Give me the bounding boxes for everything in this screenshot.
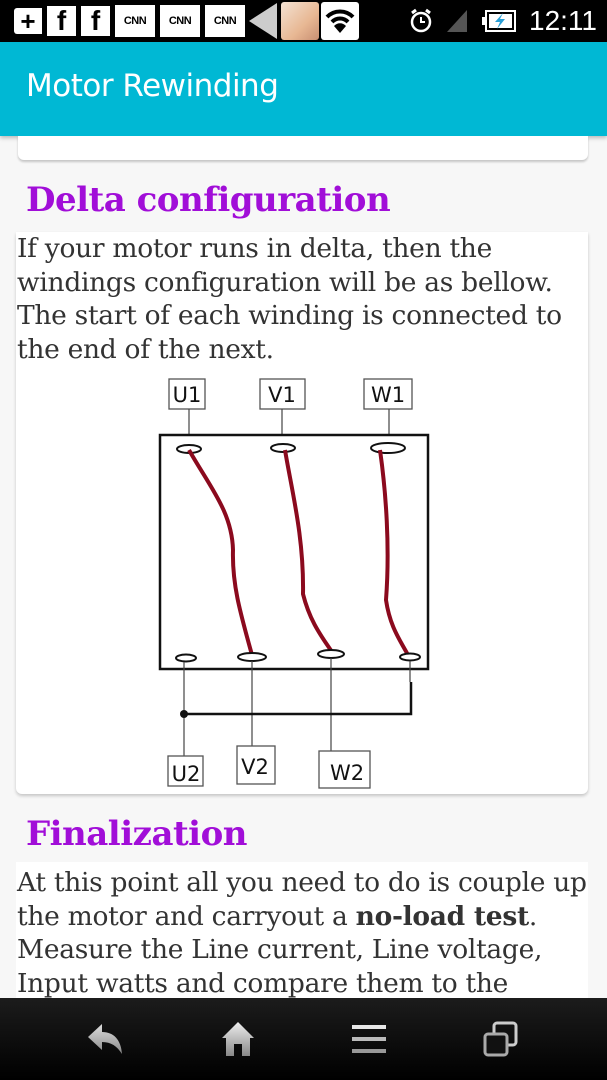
app-bar: Motor Rewinding [0,42,607,136]
previous-card [18,136,588,160]
terminal-label-w1: W1 [371,383,405,407]
home-icon [221,1022,254,1056]
recent-apps-button[interactable] [471,1009,531,1069]
battery-charging-icon [482,10,516,32]
finalization-body-text: At this point all you need to do is coup… [16,866,588,998]
app-title: Motor Rewinding [26,68,279,104]
add-icon: + [14,6,42,36]
status-bar: + f f CNN CNN CNN 12:11 [0,0,607,42]
notification-area: + f f CNN CNN CNN [0,0,359,42]
terminal-v2 [237,652,267,662]
terminal-w2-link [399,652,421,662]
back-arrow-icon [249,3,277,39]
navigation-bar [0,998,607,1080]
facebook-icon: f [47,5,76,36]
menu-button[interactable] [339,1009,399,1069]
terminal-label-w2: W2 [330,761,364,785]
clock: 12:11 [529,5,597,36]
system-tray: 12:11 [409,0,597,42]
terminal-label-u2: U2 [172,762,201,786]
terminal-label-u1: U1 [173,383,202,407]
facebook-icon: f [81,5,110,36]
junction-dot [180,710,188,718]
delta-link-wire [184,682,413,716]
delta-winding-diagram: U1 V1 W1 U2 V2 W2 [158,378,430,789]
section-title-finalization: Finalization [26,814,248,854]
back-button[interactable] [76,1009,136,1069]
photo-thumbnail-icon [281,2,319,40]
wifi-icon [321,2,359,40]
terminal-label-v2: V2 [241,755,269,779]
bold-text-run: no-load test [355,900,530,932]
cnn-icon: CNN [115,5,155,37]
signal-icon [447,10,467,32]
finalization-card: At this point all you need to do is coup… [16,862,588,998]
cnn-icon: CNN [205,5,245,37]
delta-body-text: If your motor runs in delta, then the wi… [17,233,562,365]
cnn-icon: CNN [160,5,200,37]
home-button[interactable] [208,1009,268,1069]
terminal-v1 [270,443,296,453]
section-title-delta: Delta configuration [26,180,391,220]
menu-icon [352,1025,387,1053]
content-scroll-area[interactable]: Delta configuration If your motor runs i… [0,136,607,998]
alarm-icon [410,8,432,33]
terminal-w1 [370,442,406,454]
terminal-label-v1: V1 [268,383,296,407]
terminal-w2 [317,649,345,659]
back-icon [87,1024,122,1054]
terminal-u2 [175,653,197,663]
recent-apps-icon [483,1021,518,1057]
